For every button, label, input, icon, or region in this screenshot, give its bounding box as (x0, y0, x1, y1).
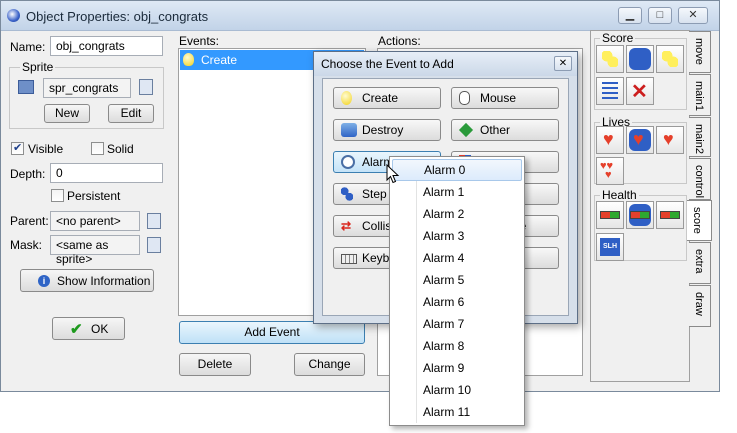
score-group-label: Score (600, 31, 636, 45)
solid-checkbox[interactable] (91, 142, 104, 155)
keyboard-icon (341, 254, 357, 264)
name-field[interactable]: obj_congrats (50, 36, 163, 56)
ok-button[interactable]: ✔ OK (52, 317, 125, 340)
sprite-thumbnail-icon (18, 80, 34, 94)
other-event-button[interactable]: Other (451, 119, 559, 141)
event-item-label: Create (201, 53, 238, 67)
visible-checkbox[interactable] (11, 141, 24, 155)
highscore-list-icon[interactable] (596, 77, 624, 105)
menu-item-alarm-6[interactable]: Alarm 6 (392, 291, 522, 313)
parent-field[interactable]: <no parent> (50, 211, 140, 231)
menu-item-alarm-9[interactable]: Alarm 9 (392, 357, 522, 379)
show-information-button[interactable]: i Show Information (20, 269, 154, 292)
score-caption-icon[interactable]: SLH (596, 233, 624, 261)
menu-item-alarm-10[interactable]: Alarm 10 (392, 379, 522, 401)
menu-item-alarm-3[interactable]: Alarm 3 (392, 225, 522, 247)
collision-icon: ⇄ (341, 219, 352, 233)
persistent-checkbox[interactable] (51, 189, 64, 202)
action-palette: Score ✕ Lives ♥ ♥ ♥ ♥♥ ♥ Health SLH (590, 30, 690, 382)
delete-event-button[interactable]: Delete (179, 353, 251, 376)
destroy-event-button[interactable]: Destroy (333, 119, 441, 141)
tab-draw[interactable]: draw (689, 285, 711, 327)
tab-extra[interactable]: extra (689, 242, 711, 284)
draw-lives-heart-icon[interactable]: ♥ (656, 126, 684, 154)
tab-move[interactable]: move (689, 31, 711, 73)
dialog-close-button[interactable]: ✕ (554, 56, 572, 71)
trash-icon (341, 123, 357, 137)
tab-score[interactable]: score (687, 200, 712, 241)
tab-control[interactable]: control (689, 158, 711, 200)
create-event-button[interactable]: Create (333, 87, 441, 109)
lightbulb-icon (341, 91, 352, 105)
menu-item-alarm-8[interactable]: Alarm 8 (392, 335, 522, 357)
sprite-group-label: Sprite (20, 60, 56, 74)
set-health-icon[interactable] (596, 201, 624, 229)
diamond-icon (458, 122, 474, 138)
mouse-icon (459, 91, 470, 105)
info-icon: i (38, 275, 50, 287)
health-group-label: Health (600, 188, 639, 202)
alarm-dropdown-menu: Alarm 0 Alarm 1 Alarm 2 Alarm 3 Alarm 4 … (389, 156, 525, 426)
maximize-button[interactable]: □ (648, 7, 672, 24)
mouse-cursor-icon (386, 164, 400, 184)
checkmark-icon: ✔ (70, 321, 83, 338)
clock-icon (341, 155, 355, 169)
test-lives-heart-icon[interactable]: ♥ (626, 126, 654, 154)
actions-header: Actions: (378, 34, 421, 48)
create-event-label: Create (362, 91, 399, 105)
sprite-menu-icon[interactable] (139, 79, 153, 95)
mask-label: Mask: (10, 238, 43, 252)
set-score-icon[interactable] (596, 45, 624, 73)
draw-life-images-icon[interactable]: ♥♥ ♥ (596, 157, 624, 185)
test-health-icon[interactable] (626, 201, 654, 229)
menu-item-alarm-2[interactable]: Alarm 2 (392, 203, 522, 225)
clear-highscore-icon[interactable]: ✕ (626, 77, 654, 105)
close-button[interactable]: ✕ (678, 7, 708, 24)
window-title: Object Properties: obj_congrats (26, 9, 209, 24)
title-bar: Object Properties: obj_congrats ▁ □ ✕ (1, 1, 719, 31)
sprite-field[interactable]: spr_congrats (43, 78, 131, 98)
dialog-title-bar: Choose the Event to Add ✕ (314, 52, 577, 76)
menu-item-alarm-11[interactable]: Alarm 11 (392, 401, 522, 423)
edit-sprite-button[interactable]: Edit (108, 104, 154, 123)
parent-label: Parent: (10, 214, 49, 228)
depth-label: Depth: (10, 167, 46, 181)
minimize-button[interactable]: ▁ (618, 7, 642, 24)
mouse-event-label: Mouse (480, 91, 517, 105)
ok-label: OK (91, 322, 109, 336)
draw-score-icon[interactable] (656, 45, 684, 73)
menu-item-alarm-4[interactable]: Alarm 4 (392, 247, 522, 269)
test-score-icon[interactable] (626, 45, 654, 73)
menu-item-alarm-7[interactable]: Alarm 7 (392, 313, 522, 335)
menu-item-alarm-5[interactable]: Alarm 5 (392, 269, 522, 291)
set-lives-heart-icon[interactable]: ♥ (596, 126, 624, 154)
change-event-button[interactable]: Change (294, 353, 365, 376)
show-information-label: Show Information (57, 274, 151, 288)
depth-field[interactable]: 0 (50, 163, 163, 183)
tab-main1[interactable]: main1 (689, 74, 711, 116)
draw-health-icon[interactable] (656, 201, 684, 229)
tab-main2[interactable]: main2 (689, 117, 711, 157)
dialog-title: Choose the Event to Add (321, 57, 454, 71)
mouse-event-button[interactable]: Mouse (451, 87, 559, 109)
events-header: Events: (179, 34, 220, 48)
visible-label: Visible (28, 142, 64, 156)
mask-field[interactable]: <same as sprite> (50, 235, 140, 266)
menu-item-alarm-1[interactable]: Alarm 1 (392, 181, 522, 203)
step-icon (341, 187, 353, 201)
lightbulb-icon (183, 53, 194, 66)
step-event-label: Step (362, 187, 387, 201)
mask-menu-icon[interactable] (147, 237, 161, 253)
persistent-label: Persistent (67, 189, 121, 203)
solid-label: Solid (107, 142, 134, 156)
app-icon (7, 9, 20, 22)
other-event-label: Other (480, 123, 511, 137)
name-label: Name: (10, 40, 46, 54)
add-event-button[interactable]: Add Event (179, 321, 365, 344)
new-sprite-button[interactable]: New (44, 104, 90, 123)
parent-menu-icon[interactable] (147, 213, 161, 229)
destroy-event-label: Destroy (362, 123, 404, 137)
menu-item-alarm-0[interactable]: Alarm 0 (392, 159, 522, 181)
